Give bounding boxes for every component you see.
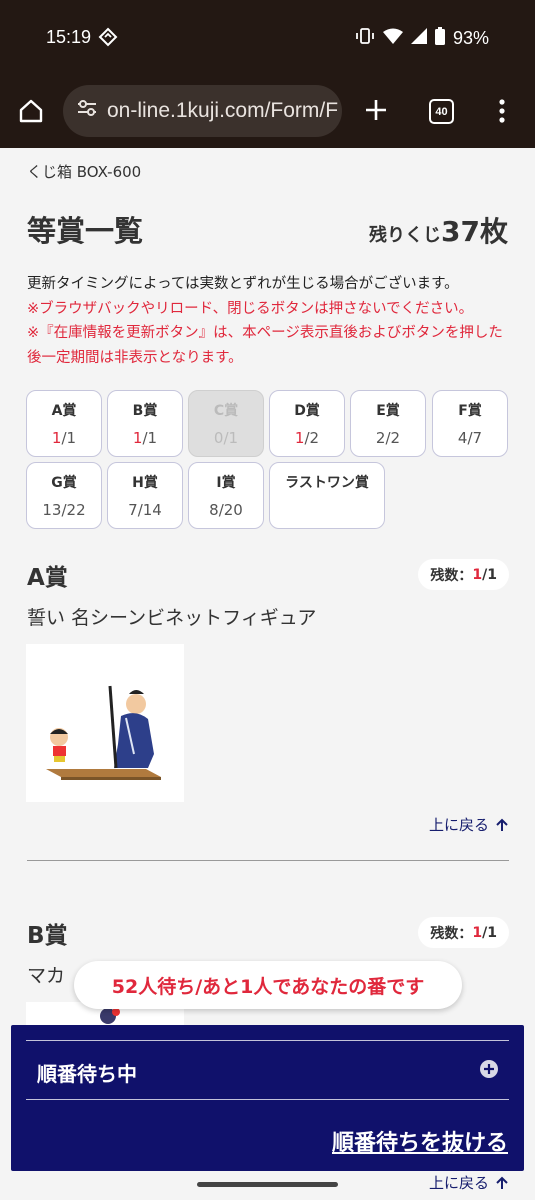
panel-divider	[26, 1099, 509, 1100]
remaining-count: 37枚	[441, 215, 508, 248]
grade-count: 1/1	[51, 429, 77, 447]
section-title-a: A賞	[27, 565, 68, 591]
notice-warning: ※ブラウザバックやリロード、閉じるボタンは押さないでください。	[27, 300, 474, 317]
page-title: 等賞一覧	[27, 214, 144, 248]
queue-panel: 順番待ち中 順番待ちを抜ける	[11, 1025, 524, 1171]
grade-count: 13/22	[42, 501, 86, 519]
grade-button-g[interactable]: G賞 13/22	[26, 462, 102, 529]
grade-count: 8/20	[209, 501, 243, 519]
notice-text: 更新タイミングによっては実数とずれが生じる場合がございます。 ※ブラウザバックや…	[27, 272, 517, 370]
status-bar: 15:19 93%	[0, 0, 535, 76]
grade-label: D賞	[294, 403, 320, 419]
grade-count: 0/1	[213, 429, 239, 447]
tab-switcher-button[interactable]: 40	[429, 99, 454, 124]
section-divider	[27, 860, 509, 861]
grade-label: E賞	[376, 403, 400, 419]
grade-label: ラストワン賞	[285, 475, 369, 491]
grade-label: G賞	[51, 475, 77, 491]
grade-button-i[interactable]: I賞 8/20	[188, 462, 264, 529]
grade-button-d[interactable]: D賞 1/2	[269, 390, 345, 457]
remaining-badge-b: 残数： 1/1	[418, 917, 509, 948]
new-tab-icon[interactable]	[364, 98, 388, 126]
status-icons: 93%	[355, 27, 489, 50]
arrow-up-icon	[496, 1176, 508, 1189]
notice-warning: ※『在庫情報を更新ボタン』は、本ページ表示直後およびボタンを押した後一定期間は非…	[27, 325, 503, 366]
grade-label: A賞	[51, 403, 77, 419]
wifi-icon	[382, 28, 403, 49]
leave-queue-link[interactable]: 順番待ちを抜ける	[332, 1125, 508, 1157]
remaining-tickets: 残りくじ37枚	[369, 210, 508, 250]
browser-toolbar: on-line.1kuji.com/Form/F 40	[0, 76, 535, 148]
url-text: on-line.1kuji.com/Form/F	[107, 99, 339, 122]
queue-status-label: 順番待ち中	[37, 1062, 137, 1086]
sync-icon	[98, 27, 118, 51]
grade-label: I賞	[216, 475, 236, 491]
grade-label: B賞	[132, 403, 158, 419]
grade-count: 7/14	[128, 501, 162, 519]
grade-button-h[interactable]: H賞 7/14	[107, 462, 183, 529]
back-to-top-link[interactable]: 上に戻る	[429, 814, 509, 835]
grade-label: F賞	[458, 403, 482, 419]
grade-button-e[interactable]: E賞 2/2	[350, 390, 426, 457]
grade-count: 4/7	[457, 429, 483, 447]
grade-count: 1/2	[294, 429, 320, 447]
panel-divider	[26, 1040, 509, 1041]
prize-image-a[interactable]	[26, 644, 184, 802]
remaining-prefix: 残りくじ	[369, 225, 442, 246]
queue-toast: 52人待ち/あと1人であなたの番です	[74, 961, 462, 1009]
signal-icon	[410, 28, 427, 49]
grade-label: C賞	[213, 403, 239, 419]
remaining-badge-a: 残数： 1/1	[418, 559, 509, 590]
prize-name-b: マカ	[27, 965, 66, 987]
expand-plus-icon[interactable]	[480, 1060, 498, 1082]
grade-button-last-one[interactable]: ラストワン賞	[269, 462, 385, 529]
section-title-b: B賞	[27, 923, 68, 949]
more-menu-icon[interactable]	[498, 98, 506, 128]
grade-button-f[interactable]: F賞 4/7	[432, 390, 508, 457]
grade-count: 1/1	[132, 429, 158, 447]
notice-line: 更新タイミングによっては実数とずれが生じる場合がございます。	[27, 276, 459, 292]
battery-icon	[434, 27, 445, 50]
status-time: 15:19	[46, 27, 92, 47]
grade-button-b[interactable]: B賞 1/1	[107, 390, 183, 457]
home-icon[interactable]	[18, 98, 44, 128]
grade-count: 2/2	[375, 429, 401, 447]
site-settings-icon[interactable]	[77, 99, 97, 123]
arrow-up-icon	[496, 818, 508, 831]
grade-button-c: C賞 0/1	[188, 390, 264, 457]
back-to-top-link[interactable]: 上に戻る	[429, 1172, 509, 1193]
prize-name-a: 誓い 名シーンビネットフィギュア	[27, 607, 317, 629]
address-bar[interactable]: on-line.1kuji.com/Form/F	[63, 85, 342, 137]
gesture-bar[interactable]	[197, 1182, 338, 1187]
battery-level: 93%	[452, 28, 489, 48]
grade-button-a[interactable]: A賞 1/1	[26, 390, 102, 457]
breadcrumb: くじ箱 BOX-600	[27, 163, 142, 181]
grade-label: H賞	[132, 475, 158, 491]
vibrate-icon	[355, 27, 375, 50]
